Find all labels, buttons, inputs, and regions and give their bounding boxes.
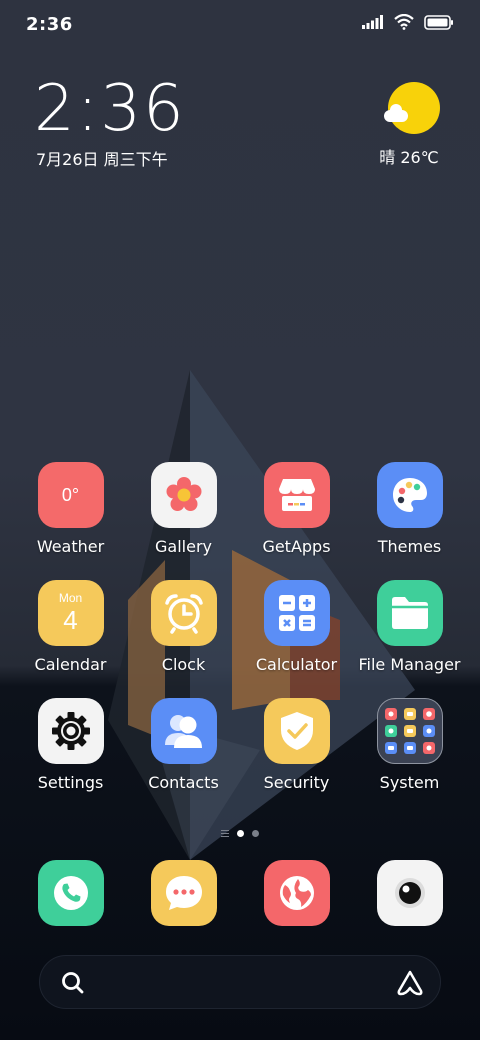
app-label: Clock [161, 655, 206, 674]
wifi-icon [394, 14, 414, 30]
calendar-icon-day: Mon [58, 591, 83, 605]
app-calendar[interactable]: Mon 4 Calendar [14, 580, 127, 674]
page-dot-active [237, 830, 244, 837]
dock-camera[interactable] [353, 860, 466, 926]
themes-palette-icon [376, 462, 443, 528]
weather-icon-text: 0° [61, 484, 80, 505]
app-label: Calendar [34, 655, 107, 674]
app-file-manager[interactable]: File Manager [353, 580, 466, 674]
app-settings[interactable]: Settings [14, 698, 127, 792]
status-bar: 2:36 [0, 0, 480, 50]
app-grid: 0° Weather Gallery GetApps Themes Mon 4 … [14, 462, 466, 792]
app-clock[interactable]: Clock [127, 580, 240, 674]
calendar-icon-date: 4 [63, 605, 78, 635]
camera-icon [376, 860, 443, 926]
status-icons [362, 14, 454, 30]
weather-text: 晴 26℃ [379, 148, 439, 167]
status-time: 2:36 [26, 14, 73, 35]
app-label: Calculator [255, 655, 338, 674]
app-gallery[interactable]: Gallery [127, 462, 240, 556]
alarm-clock-icon [150, 580, 217, 646]
app-system-folder[interactable]: System [353, 698, 466, 792]
clock-time: 2:36 [34, 72, 186, 146]
gear-icon [37, 698, 104, 764]
app-label: GetApps [262, 537, 331, 556]
search-bar[interactable] [39, 955, 441, 1009]
dock-browser[interactable] [240, 860, 353, 926]
calculator-icon [263, 580, 330, 646]
search-icon [62, 972, 84, 994]
app-label: Themes [377, 537, 442, 556]
feed-page-icon [221, 830, 229, 837]
app-contacts[interactable]: Contacts [127, 698, 240, 792]
dock [14, 860, 466, 926]
app-themes[interactable]: Themes [353, 462, 466, 556]
app-weather[interactable]: 0° Weather [14, 462, 127, 556]
app-calculator[interactable]: Calculator [240, 580, 353, 674]
weather-widget[interactable]: 晴 26℃ [379, 82, 444, 168]
assistant-icon[interactable] [396, 969, 424, 997]
folder-grid-icon [376, 698, 443, 764]
app-label: Security [263, 773, 330, 792]
battery-icon [424, 14, 453, 30]
app-label: Contacts [148, 773, 219, 792]
app-getapps[interactable]: GetApps [240, 462, 353, 556]
gallery-flower-icon [150, 462, 217, 528]
date-label: 7月26日 周三下午 [36, 150, 168, 169]
weather-icon: 0° [37, 462, 104, 528]
page-indicator[interactable] [0, 830, 480, 837]
app-label: System [379, 773, 440, 792]
shield-check-icon [263, 698, 330, 764]
sunny-icon [384, 82, 440, 134]
globe-icon [263, 860, 330, 926]
clock-widget[interactable]: 2:36 7月26日 周三下午 [34, 74, 186, 170]
page-dot [252, 830, 259, 837]
app-label: Weather [36, 537, 105, 556]
app-label: File Manager [358, 655, 461, 674]
message-icon [150, 860, 217, 926]
app-security[interactable]: Security [240, 698, 353, 792]
app-label: Gallery [155, 537, 212, 556]
folder-icon [376, 580, 443, 646]
contacts-icon [150, 698, 217, 764]
phone-icon [37, 860, 104, 926]
getapps-store-icon [263, 462, 330, 528]
app-label: Settings [37, 773, 104, 792]
signal-icon [362, 15, 383, 29]
calendar-icon: Mon 4 [37, 580, 104, 646]
dock-messages[interactable] [127, 860, 240, 926]
dock-phone[interactable] [14, 860, 127, 926]
